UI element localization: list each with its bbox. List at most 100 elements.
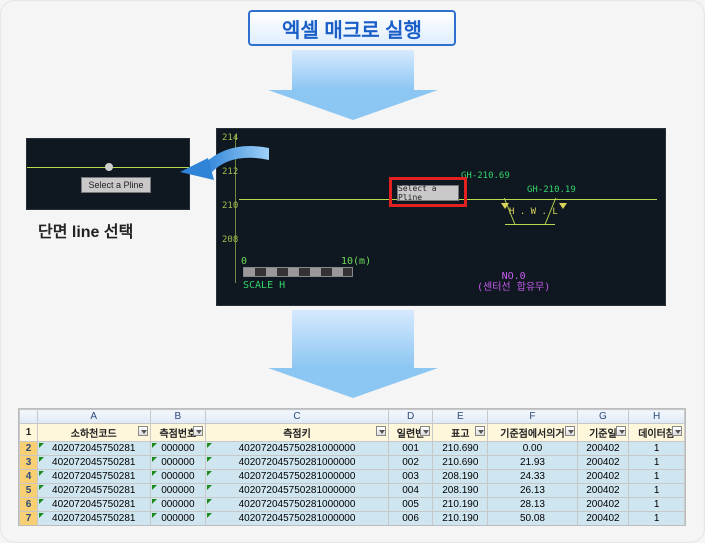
row-head[interactable]: 5 bbox=[20, 484, 38, 498]
error-flag-icon[interactable] bbox=[207, 443, 212, 448]
cell[interactable]: 210.690 bbox=[433, 442, 488, 456]
col-head[interactable]: E bbox=[433, 410, 488, 424]
col-head[interactable]: A bbox=[38, 410, 151, 424]
cell[interactable]: 50.08 bbox=[488, 512, 577, 526]
error-flag-icon[interactable] bbox=[39, 471, 44, 476]
col-head[interactable]: G bbox=[577, 410, 629, 424]
cell[interactable]: 1 bbox=[629, 456, 685, 470]
field-header[interactable]: 표고 bbox=[433, 424, 488, 442]
field-header[interactable]: 기준일 bbox=[577, 424, 629, 442]
table-row[interactable]: 5402072045750281000000402072045750281000… bbox=[20, 484, 685, 498]
select-pline-button[interactable]: Select a Pline bbox=[81, 177, 151, 193]
row-head[interactable]: 3 bbox=[20, 456, 38, 470]
cell[interactable]: 000000 bbox=[150, 456, 206, 470]
cell[interactable]: 1 bbox=[629, 512, 685, 526]
cell[interactable]: 402072045750281000000 bbox=[206, 470, 389, 484]
cell[interactable]: 1 bbox=[629, 484, 685, 498]
cell[interactable]: 210.190 bbox=[433, 512, 488, 526]
error-flag-icon[interactable] bbox=[39, 499, 44, 504]
cell[interactable]: 200402 bbox=[577, 484, 629, 498]
col-head[interactable]: H bbox=[629, 410, 685, 424]
field-header[interactable]: 소하천코드 bbox=[38, 424, 151, 442]
row-head[interactable]: 6 bbox=[20, 498, 38, 512]
cell[interactable]: 000000 bbox=[150, 470, 206, 484]
field-header[interactable]: 데이터참 bbox=[629, 424, 685, 442]
error-flag-icon[interactable] bbox=[207, 471, 212, 476]
cell[interactable]: 402072045750281 bbox=[38, 512, 151, 526]
filter-dropdown-icon[interactable] bbox=[376, 426, 386, 436]
error-flag-icon[interactable] bbox=[207, 499, 212, 504]
cell[interactable]: 208.190 bbox=[433, 484, 488, 498]
row-head[interactable]: 2 bbox=[20, 442, 38, 456]
cell[interactable]: 402072045750281000000 bbox=[206, 456, 389, 470]
cell[interactable]: 000000 bbox=[150, 484, 206, 498]
cell[interactable]: 402072045750281 bbox=[38, 442, 151, 456]
error-flag-icon[interactable] bbox=[207, 457, 212, 462]
field-header[interactable]: 기준점에서의거 bbox=[488, 424, 577, 442]
row-head[interactable]: 4 bbox=[20, 470, 38, 484]
table-row[interactable]: 6402072045750281000000402072045750281000… bbox=[20, 498, 685, 512]
excel-sheet[interactable]: A B C D E F G H 1 소하천코드 측점번호 측점키 일련번 표고 … bbox=[18, 408, 686, 526]
cell[interactable]: 1 bbox=[629, 470, 685, 484]
cell[interactable]: 005 bbox=[388, 498, 433, 512]
cell[interactable]: 002 bbox=[388, 456, 433, 470]
error-flag-icon[interactable] bbox=[152, 471, 157, 476]
table-row[interactable]: 4402072045750281000000402072045750281000… bbox=[20, 470, 685, 484]
error-flag-icon[interactable] bbox=[207, 485, 212, 490]
error-flag-icon[interactable] bbox=[207, 513, 212, 518]
cell[interactable]: 402072045750281000000 bbox=[206, 442, 389, 456]
cell[interactable]: 000000 bbox=[150, 498, 206, 512]
cell[interactable]: 200402 bbox=[577, 470, 629, 484]
cell[interactable]: 28.13 bbox=[488, 498, 577, 512]
cell[interactable]: 21.93 bbox=[488, 456, 577, 470]
error-flag-icon[interactable] bbox=[152, 499, 157, 504]
table-row[interactable]: 7402072045750281000000402072045750281000… bbox=[20, 512, 685, 526]
error-flag-icon[interactable] bbox=[152, 485, 157, 490]
cell[interactable]: 402072045750281 bbox=[38, 484, 151, 498]
error-flag-icon[interactable] bbox=[39, 513, 44, 518]
error-flag-icon[interactable] bbox=[152, 513, 157, 518]
table-row[interactable]: 3402072045750281000000402072045750281000… bbox=[20, 456, 685, 470]
row-head[interactable]: 1 bbox=[20, 424, 38, 442]
cell[interactable]: 200402 bbox=[577, 498, 629, 512]
filter-dropdown-icon[interactable] bbox=[193, 426, 203, 436]
error-flag-icon[interactable] bbox=[39, 457, 44, 462]
cell[interactable]: 402072045750281000000 bbox=[206, 484, 389, 498]
cell[interactable]: 1 bbox=[629, 498, 685, 512]
cell[interactable]: 24.33 bbox=[488, 470, 577, 484]
filter-dropdown-icon[interactable] bbox=[475, 426, 485, 436]
cell[interactable]: 003 bbox=[388, 470, 433, 484]
cell[interactable]: 402072045750281 bbox=[38, 470, 151, 484]
col-head[interactable]: F bbox=[488, 410, 577, 424]
cell[interactable]: 208.190 bbox=[433, 470, 488, 484]
cell[interactable]: 26.13 bbox=[488, 484, 577, 498]
cell[interactable]: 004 bbox=[388, 484, 433, 498]
cell[interactable]: 210.690 bbox=[433, 456, 488, 470]
cell[interactable]: 210.190 bbox=[433, 498, 488, 512]
error-flag-icon[interactable] bbox=[152, 457, 157, 462]
filter-dropdown-icon[interactable] bbox=[138, 426, 148, 436]
filter-dropdown-icon[interactable] bbox=[616, 426, 626, 436]
error-flag-icon[interactable] bbox=[39, 443, 44, 448]
error-flag-icon[interactable] bbox=[39, 485, 44, 490]
cell[interactable]: 0.00 bbox=[488, 442, 577, 456]
filter-dropdown-icon[interactable] bbox=[672, 426, 682, 436]
cell[interactable]: 402072045750281 bbox=[38, 456, 151, 470]
cell[interactable]: 200402 bbox=[577, 456, 629, 470]
cell[interactable]: 000000 bbox=[150, 512, 206, 526]
cell[interactable]: 000000 bbox=[150, 442, 206, 456]
cell[interactable]: 402072045750281 bbox=[38, 498, 151, 512]
cell[interactable]: 200402 bbox=[577, 442, 629, 456]
filter-dropdown-icon[interactable] bbox=[420, 426, 430, 436]
cell[interactable]: 006 bbox=[388, 512, 433, 526]
field-header[interactable]: 측점키 bbox=[206, 424, 389, 442]
cell[interactable]: 200402 bbox=[577, 512, 629, 526]
corner-cell[interactable] bbox=[20, 410, 38, 424]
cell[interactable]: 1 bbox=[629, 442, 685, 456]
col-head[interactable]: C bbox=[206, 410, 389, 424]
col-head[interactable]: D bbox=[388, 410, 433, 424]
cell[interactable]: 001 bbox=[388, 442, 433, 456]
error-flag-icon[interactable] bbox=[152, 443, 157, 448]
col-head[interactable]: B bbox=[150, 410, 206, 424]
cell[interactable]: 402072045750281000000 bbox=[206, 512, 389, 526]
